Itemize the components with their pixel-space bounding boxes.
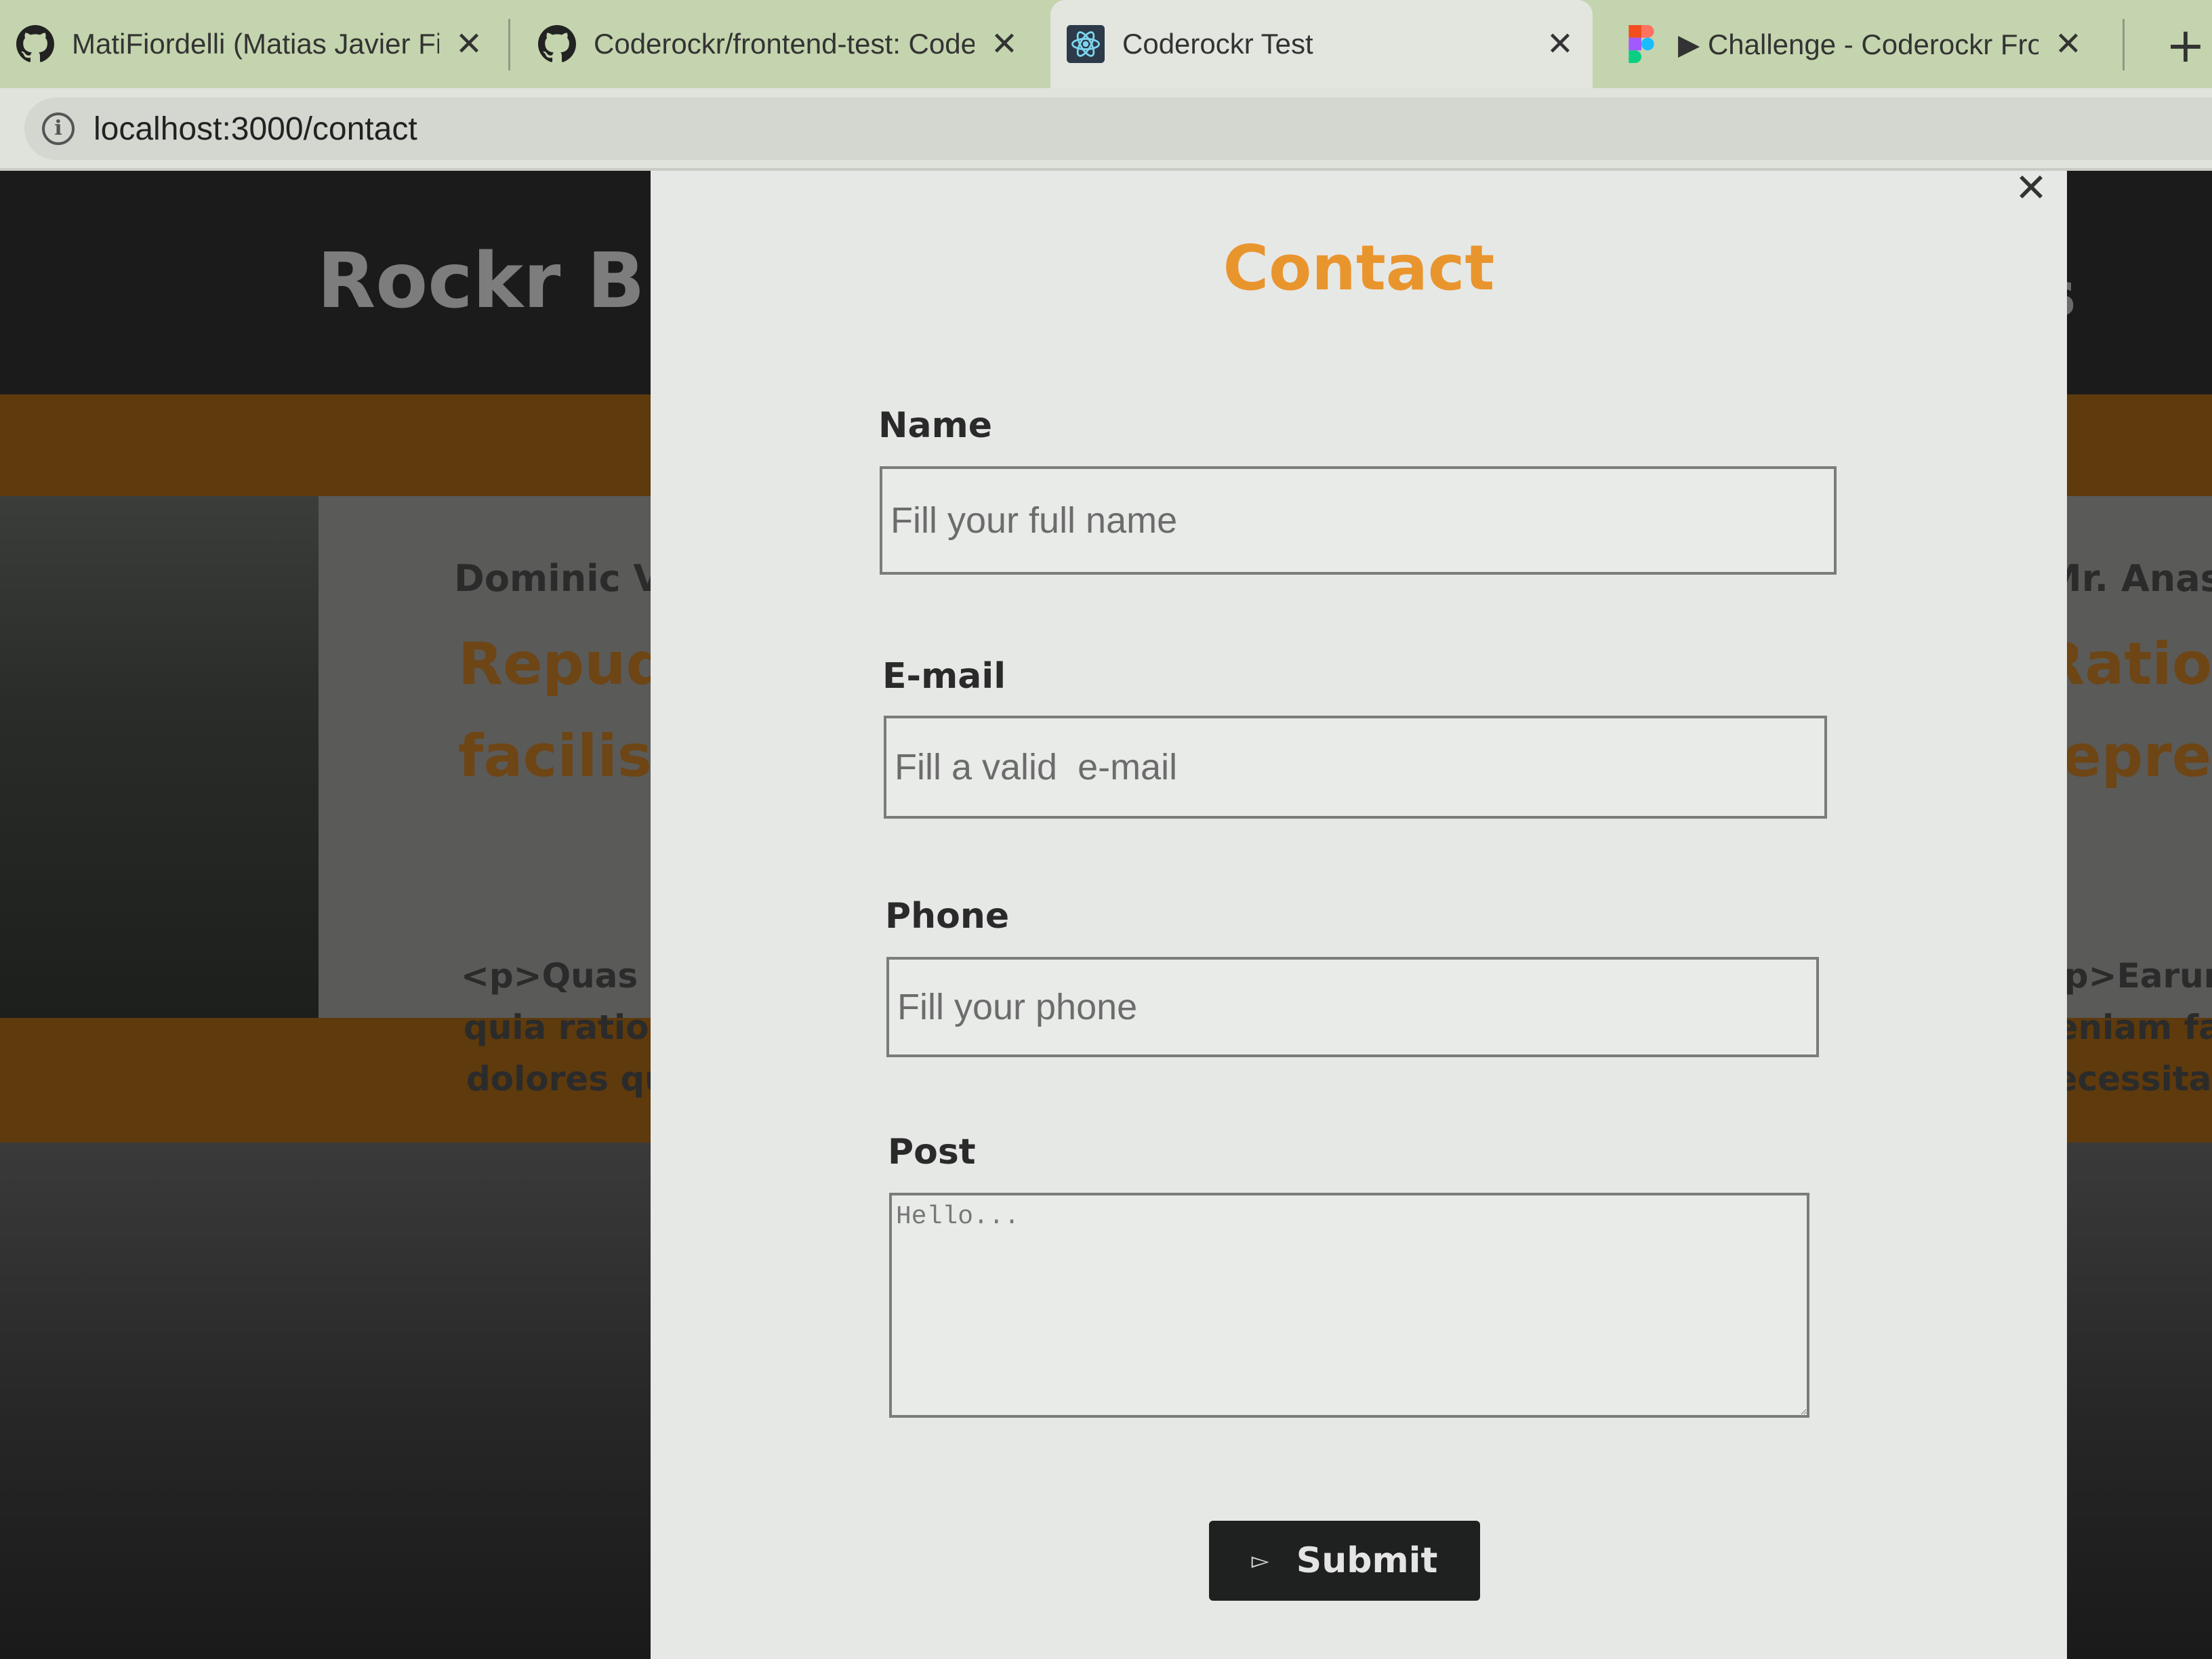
figma-icon [1629,25,1654,63]
post-label: Post [888,1132,976,1172]
tab-title: MatiFiordelli (Matias Javier Fio [72,28,439,60]
submit-label: Submit [1296,1540,1438,1581]
post-excerpt-line: dolores qui [466,1059,680,1099]
post-textarea[interactable] [889,1193,1809,1418]
tab-title: Coderockr Test [1122,28,1313,60]
url-text[interactable]: localhost:3000/contact [94,110,417,148]
browser-tab-bar: MatiFiordelli (Matias Javier Fio ✕ Coder… [0,0,2212,88]
tab-separator [2123,19,2125,70]
send-icon: ▻ [1251,1547,1269,1574]
browser-toolbar: i localhost:3000/contact [0,88,2212,171]
tab-close-icon[interactable]: ✕ [1544,25,1576,63]
tab-github-profile[interactable]: MatiFiordelli (Matias Javier Fio ✕ [0,0,501,88]
name-input[interactable] [880,466,1837,575]
post-author: Dominic Ve [454,557,684,600]
email-input[interactable] [884,716,1827,819]
tab-title: ▶ Challenge - Coderockr Front [1678,28,2039,60]
post-author: Mr. Anast [2045,557,2212,600]
tab-close-icon[interactable]: ✕ [453,25,485,63]
github-icon [538,25,576,62]
address-bar[interactable]: i localhost:3000/contact [24,98,2212,160]
modal-title: Contact [1223,232,1495,304]
contact-modal: ✕ Contact Name E-mail Phone Post ▻ Submi… [651,165,2067,1659]
new-tab-button[interactable]: + [2155,15,2212,76]
tab-close-icon[interactable]: ✕ [2052,25,2085,63]
tab-coderockr-test[interactable]: Coderockr Test ✕ [1050,0,1593,88]
tab-figma-challenge[interactable]: ▶ Challenge - Coderockr Front ✕ [1606,0,2101,88]
phone-label: Phone [885,896,1010,937]
react-icon [1067,25,1105,63]
phone-input[interactable] [886,957,1819,1057]
tab-close-icon[interactable]: ✕ [988,25,1021,63]
info-icon[interactable]: i [42,112,75,145]
tab-separator [508,19,510,70]
post-excerpt-line: quia ration [464,1008,674,1047]
post-image [0,496,339,1018]
post-title-line: facilis [458,722,653,790]
site-logo: Rockr Bl [317,237,672,325]
name-label: Name [878,405,993,446]
email-label: E-mail [882,656,1006,697]
submit-button[interactable]: ▻ Submit [1209,1521,1480,1601]
tab-github-repo[interactable]: Coderockr/frontend-test: Code ✕ [522,0,1037,88]
close-icon[interactable]: ✕ [2009,165,2053,210]
tab-title: Coderockr/frontend-test: Code [594,28,975,60]
github-icon [16,25,54,62]
